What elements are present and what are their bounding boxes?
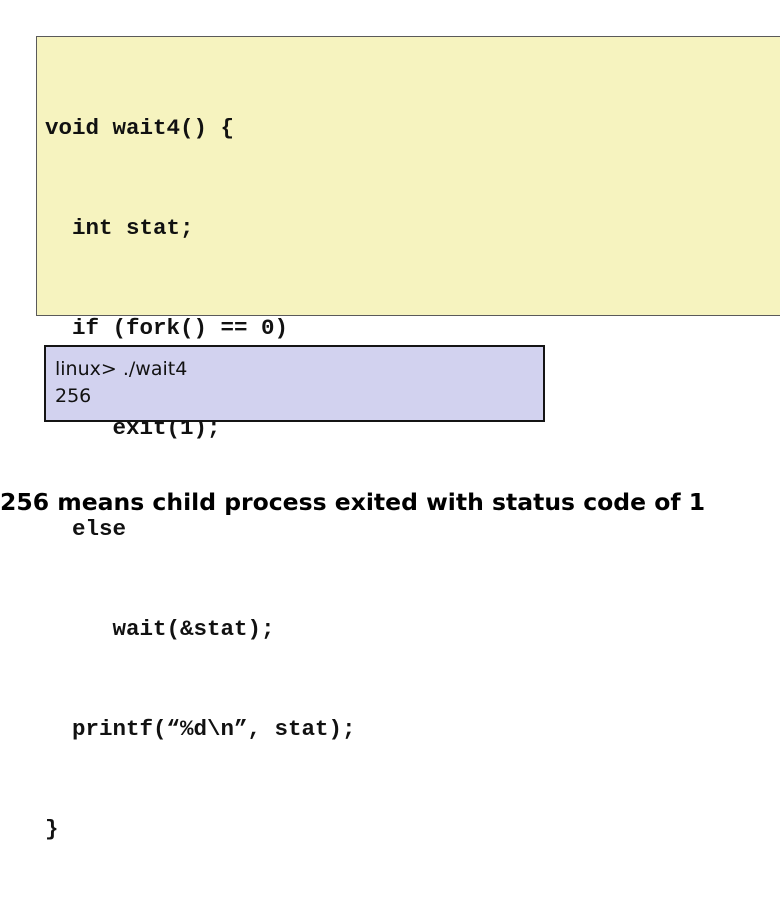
code-line: printf(“%d\n”, stat); bbox=[45, 716, 356, 743]
code-line: else bbox=[45, 515, 127, 542]
code-line: wait(&stat); bbox=[45, 615, 275, 642]
code-line: } bbox=[45, 816, 59, 843]
terminal-output-line: 256 bbox=[55, 385, 92, 407]
code-listing: void wait4() { int stat; if (fork() == 0… bbox=[45, 45, 356, 914]
code-listing-box: void wait4() { int stat; if (fork() == 0… bbox=[36, 36, 780, 842]
code-line: void wait4() { bbox=[45, 114, 235, 141]
terminal-command-line: linux> ./wait4 bbox=[55, 358, 188, 380]
code-line: int stat; bbox=[45, 215, 194, 242]
explanation-caption: 256 means child process exited with stat… bbox=[0, 488, 706, 516]
code-line: if (fork() == 0) bbox=[45, 315, 289, 342]
terminal-output-box: linux> ./wait4 256 bbox=[44, 345, 545, 422]
